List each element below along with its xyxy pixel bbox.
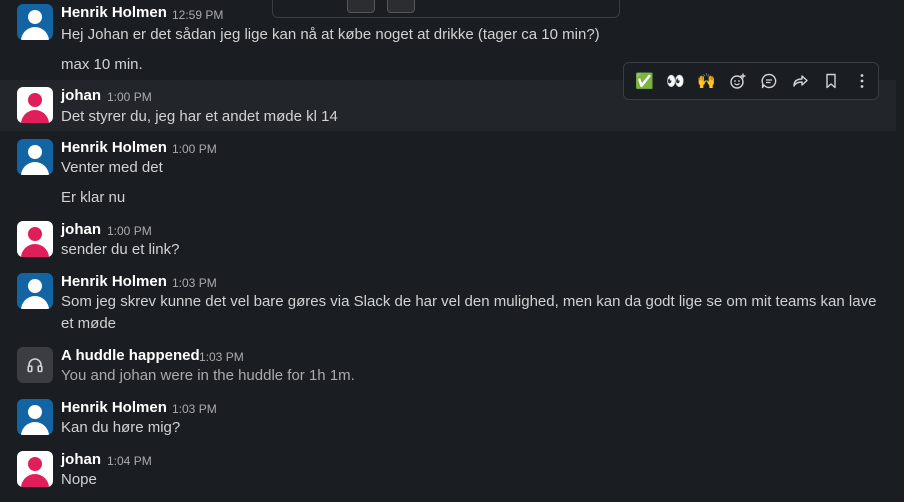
timestamp[interactable]: 1:03 PM [172,276,217,290]
add-reaction-icon[interactable] [722,66,753,96]
bookmark-icon[interactable] [815,66,846,96]
avatar[interactable] [17,221,53,257]
message-text: Det styrer du, jeg har et andet møde kl … [61,108,338,125]
timestamp[interactable]: 1:03 PM [172,402,217,416]
message-group[interactable]: Henrik Holmen 1:00 PM Venter med det Er … [0,131,896,213]
message-text: Venter med det [61,159,163,176]
author-name[interactable]: Henrik Holmen [61,139,167,156]
avatar[interactable] [17,4,53,40]
timestamp[interactable]: 1:03 PM [199,350,244,364]
message-group[interactable]: johan 1:04 PM Nope [0,443,896,502]
message-text: Som jeg skrev kunne det vel bare gøres v… [61,293,877,332]
message-group[interactable]: Henrik Holmen 1:03 PM Som jeg skrev kunn… [0,265,896,339]
author-name[interactable]: johan [61,87,101,104]
author-name[interactable]: Henrik Holmen [61,399,167,416]
huddle-title[interactable]: A huddle happened [61,347,200,364]
timestamp[interactable]: 1:04 PM [107,454,152,468]
author-name[interactable]: Henrik Holmen [61,4,167,21]
raised-hands-emoji-icon[interactable]: 🙌 [691,66,722,96]
timestamp[interactable]: 1:00 PM [107,224,152,238]
message-text: sender du et link? [61,241,180,258]
timestamp[interactable]: 1:00 PM [172,142,217,156]
huddle-summary: You and johan were in the huddle for 1h … [61,367,355,384]
author-name[interactable]: Henrik Holmen [61,273,167,290]
message-feed: Henrik Holmen 12:59 PM Hej Johan er det … [0,0,904,502]
avatar[interactable] [17,451,53,487]
share-icon[interactable] [784,66,815,96]
reply-in-thread-icon[interactable] [753,66,784,96]
message-text: Er klar nu [61,189,126,206]
message-group[interactable]: Henrik Holmen 1:03 PM Kan du høre mig? [0,391,896,443]
author-name[interactable]: johan [61,451,101,468]
message-text: Hej Johan er det sådan jeg lige kan nå a… [61,26,600,43]
avatar[interactable] [17,273,53,309]
headphones-icon [17,347,53,383]
avatar[interactable] [17,87,53,123]
message-text: Kan du høre mig? [61,419,181,436]
eyes-emoji-icon[interactable]: 👀 [660,66,691,96]
timestamp[interactable]: 1:00 PM [107,90,152,104]
huddle-event[interactable]: A huddle happened 1:03 PM You and johan … [0,339,896,391]
avatar[interactable] [17,139,53,175]
author-name[interactable]: johan [61,221,101,238]
message-group[interactable]: johan 1:00 PM sender du et link? [0,213,896,265]
message-text: Nope [61,471,97,488]
message-actions-toolbar: ✅ 👀 🙌 [623,62,879,100]
more-actions-icon[interactable] [846,66,877,96]
timestamp[interactable]: 12:59 PM [172,8,223,22]
white-check-mark-emoji-icon[interactable]: ✅ [629,66,660,96]
avatar[interactable] [17,399,53,435]
